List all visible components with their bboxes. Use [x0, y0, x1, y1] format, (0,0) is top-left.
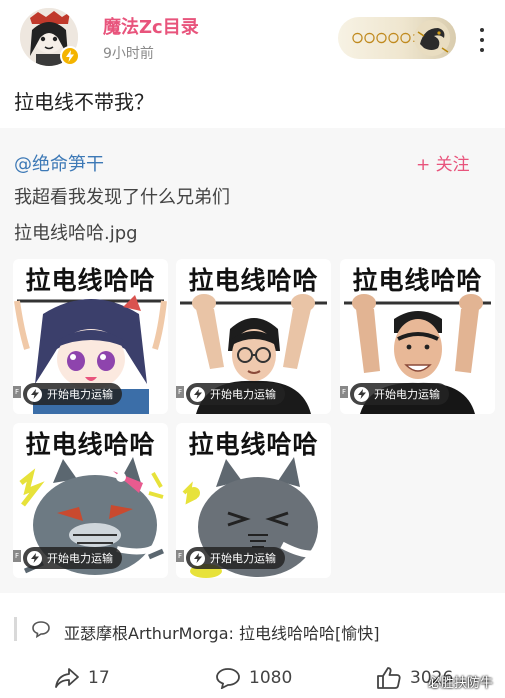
sticker-image[interactable]: 拉电线哈哈 F 开始电力运输 [340, 259, 495, 414]
sticker-chip-label: 开始电力运输 [374, 388, 440, 401]
f-mark-icon: F [13, 386, 21, 398]
verified-badge-icon [60, 46, 80, 66]
sticker-image[interactable]: 拉电线哈哈 F 开始电力运输 [13, 423, 168, 578]
sticker-chip[interactable]: 开始电力运输 [186, 383, 285, 405]
follow-button[interactable]: + 关注 [416, 150, 470, 175]
comment-bubble-icon [32, 621, 50, 638]
lightning-icon [190, 386, 205, 402]
f-mark-icon: F [176, 550, 184, 562]
sticker-chip[interactable]: 开始电力运输 [23, 547, 122, 569]
fan-badge-text: 〇〇〇〇〇1 [352, 32, 421, 45]
lightning-icon [190, 550, 205, 566]
user-name[interactable]: 魔法Zc目录 [103, 13, 199, 39]
comment-icon [216, 668, 240, 689]
original-post-text-2: 拉电线哈哈.jpg [14, 223, 138, 244]
original-post-text: 我超看我发现了什么兄弟们 [14, 187, 230, 208]
sticker-image[interactable]: 拉电线哈哈 F 开始电力运输 [13, 259, 168, 414]
post-time: 9小时前 [103, 46, 154, 62]
sticker-image[interactable]: 拉电线哈哈 F 开始电力运输 [176, 259, 331, 414]
lightning-icon [354, 386, 369, 402]
post-text: 拉电线不带我？ [14, 90, 154, 114]
sticker-chip-label: 开始电力运输 [210, 388, 276, 401]
sticker-image[interactable]: 拉电线哈哈 F 开始电力运输 [176, 423, 331, 578]
sticker-chip[interactable]: 开始电力运输 [350, 383, 449, 405]
sticker-chip[interactable]: 开始电力运输 [186, 547, 285, 569]
watermark: 必胜扶防牛 [428, 676, 494, 691]
comment-divider [14, 617, 17, 641]
dragon-emblem-icon [414, 20, 450, 56]
more-options-icon[interactable] [474, 28, 490, 52]
comment-count: 1080 [249, 668, 293, 688]
f-mark-icon: F [13, 550, 21, 562]
top-comment[interactable]: 亚瑟摩根ArthurMorga: 拉电线哈哈哈[愉快] [64, 620, 379, 644]
comment-button[interactable]: 1080 [215, 664, 292, 692]
share-count: 17 [88, 668, 110, 688]
thumbs-up-icon [377, 667, 401, 689]
sticker-chip-label: 开始电力运输 [47, 388, 113, 401]
lightning-icon [27, 386, 42, 402]
post-header: 魔法Zc目录 9小时前 〇〇〇〇〇1 [0, 0, 505, 72]
sticker-chip-label: 开始电力运输 [210, 552, 276, 565]
fan-badge[interactable]: 〇〇〇〇〇1 [338, 17, 456, 59]
sticker-chip[interactable]: 开始电力运输 [23, 383, 122, 405]
share-icon [55, 668, 79, 688]
f-mark-icon: F [176, 386, 184, 398]
f-mark-icon: F [340, 386, 348, 398]
original-author-link[interactable]: @绝命笋干 [14, 150, 104, 176]
lightning-icon [27, 550, 42, 566]
share-button[interactable]: 17 [54, 664, 110, 692]
sticker-chip-label: 开始电力运输 [47, 552, 113, 565]
